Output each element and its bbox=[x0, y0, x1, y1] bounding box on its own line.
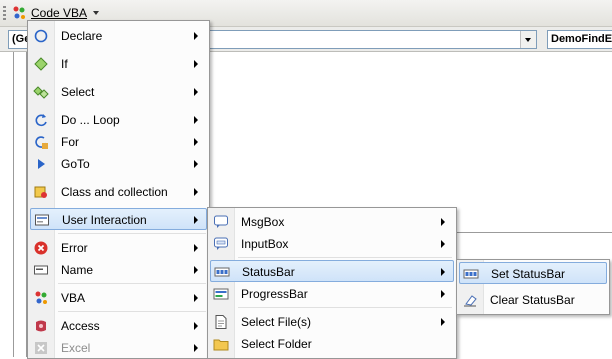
menu-item-label: GoTo bbox=[61, 157, 90, 171]
toolbar-grip[interactable] bbox=[3, 6, 6, 20]
menu-item-clear-statusbar[interactable]: Clear StatusBar bbox=[459, 289, 606, 311]
menu-item-set-statusbar[interactable]: Set StatusBar bbox=[459, 262, 607, 284]
submenu-arrow-icon bbox=[194, 344, 198, 352]
class-icon bbox=[34, 186, 47, 198]
menu-item-select[interactable]: Select bbox=[30, 81, 206, 103]
submenu-arrow-icon bbox=[194, 188, 198, 196]
menu-item-label: Class and collection bbox=[61, 185, 168, 199]
access-icon bbox=[36, 320, 46, 332]
menu-item-label: Set StatusBar bbox=[491, 267, 566, 281]
menu-item-label: If bbox=[61, 57, 68, 71]
menu-item-name[interactable]: Name bbox=[30, 259, 206, 281]
file-icon bbox=[215, 315, 227, 329]
menu-item-label: For bbox=[61, 135, 79, 149]
vba-icon bbox=[35, 291, 47, 304]
submenu-arrow-icon bbox=[194, 322, 198, 330]
menu-item-if[interactable]: If bbox=[30, 53, 206, 75]
submenu-arrow-icon bbox=[194, 216, 198, 224]
menu-item-label: Select bbox=[61, 85, 95, 99]
chevron-down-icon[interactable] bbox=[520, 31, 536, 48]
submenu-arrow-icon bbox=[194, 116, 198, 124]
menu-item-goto[interactable]: GoTo bbox=[30, 153, 206, 175]
statusbar-icon bbox=[463, 269, 479, 279]
statusbar-icon bbox=[214, 267, 230, 277]
vba-addin-icon bbox=[13, 6, 25, 19]
submenu-arrow-icon bbox=[441, 290, 445, 298]
menu-separator bbox=[238, 257, 452, 258]
menu-item-label: Access bbox=[61, 319, 100, 333]
menu-item-label: Select Folder bbox=[241, 337, 312, 351]
menu-item-select-folder[interactable]: Select Folder bbox=[210, 333, 453, 355]
form-icon bbox=[35, 214, 49, 226]
submenu-arrow-icon bbox=[441, 318, 445, 326]
user-interaction-submenu: MsgBox InputBox StatusBar ProgressBar Se… bbox=[207, 207, 457, 359]
editor-margin-line bbox=[13, 52, 14, 357]
menu-item-label: Error bbox=[61, 241, 88, 255]
submenu-arrow-icon bbox=[194, 138, 198, 146]
submenu-arrow-icon bbox=[194, 244, 198, 252]
menu-item-select-files[interactable]: Select File(s) bbox=[210, 311, 453, 333]
submenu-arrow-icon bbox=[194, 160, 198, 168]
goto-arrow-icon bbox=[38, 159, 45, 169]
menu-item-label: Declare bbox=[61, 29, 103, 43]
submenu-arrow-icon bbox=[194, 294, 198, 302]
eraser-icon bbox=[464, 295, 477, 307]
error-icon bbox=[34, 241, 48, 255]
menu-item-declare[interactable]: Declare bbox=[30, 25, 206, 47]
circle-icon bbox=[34, 29, 48, 43]
for-loop-icon bbox=[35, 136, 48, 149]
menu-separator bbox=[238, 307, 452, 308]
code-vba-menu: Declare If Select Do ... Loop For GoTo C… bbox=[27, 20, 210, 359]
menu-item-class-collection[interactable]: Class and collection bbox=[30, 181, 206, 203]
menu-item-msgbox[interactable]: MsgBox bbox=[210, 211, 453, 233]
menu-item-access[interactable]: Access bbox=[30, 315, 206, 337]
code-vba-label: Code VBA bbox=[31, 6, 88, 20]
submenu-arrow-icon bbox=[441, 218, 445, 226]
menu-item-label: User Interaction bbox=[62, 213, 147, 227]
procedure-separator bbox=[456, 232, 612, 233]
menu-item-label: Clear StatusBar bbox=[490, 293, 575, 307]
menu-item-label: Excel bbox=[61, 341, 91, 355]
menu-item-label: MsgBox bbox=[241, 215, 285, 229]
submenu-arrow-icon bbox=[194, 60, 198, 68]
menu-item-label: Select File(s) bbox=[241, 315, 312, 329]
procedure-combo-value: DemoFindE bbox=[551, 33, 612, 45]
menu-item-label: VBA bbox=[61, 291, 86, 305]
submenu-arrow-icon bbox=[194, 266, 198, 274]
progressbar-icon bbox=[213, 288, 229, 300]
menu-item-progressbar[interactable]: ProgressBar bbox=[210, 283, 453, 305]
menu-separator bbox=[58, 311, 206, 312]
menu-item-do-loop[interactable]: Do ... Loop bbox=[30, 109, 206, 131]
menu-item-excel[interactable]: Excel bbox=[30, 337, 206, 359]
menu-item-label: StatusBar bbox=[242, 265, 295, 279]
menu-item-label: Do ... Loop bbox=[61, 113, 120, 127]
select-diamonds-icon bbox=[33, 86, 49, 99]
menu-separator bbox=[58, 233, 206, 234]
menu-item-error[interactable]: Error bbox=[30, 237, 206, 259]
diamond-icon bbox=[34, 57, 48, 71]
menu-item-label: Name bbox=[61, 263, 94, 277]
chevron-down-icon bbox=[93, 11, 99, 15]
statusbar-submenu: Set StatusBar Clear StatusBar bbox=[456, 259, 610, 315]
menu-item-user-interaction[interactable]: User Interaction bbox=[30, 208, 207, 230]
name-tag-icon bbox=[34, 265, 48, 275]
submenu-arrow-icon bbox=[441, 268, 445, 276]
menu-item-vba[interactable]: VBA bbox=[30, 287, 206, 309]
folder-icon bbox=[213, 339, 229, 351]
input-bubble-icon bbox=[214, 237, 228, 250]
submenu-arrow-icon bbox=[194, 88, 198, 96]
menu-separator bbox=[58, 283, 206, 284]
menu-item-statusbar[interactable]: StatusBar bbox=[210, 260, 454, 282]
procedure-combo[interactable]: DemoFindE bbox=[547, 30, 612, 49]
submenu-arrow-icon bbox=[441, 240, 445, 248]
excel-icon bbox=[35, 342, 47, 354]
menu-item-inputbox[interactable]: InputBox bbox=[210, 233, 453, 255]
speech-bubble-icon bbox=[214, 215, 228, 228]
menu-item-label: ProgressBar bbox=[241, 287, 308, 301]
loop-icon bbox=[35, 114, 47, 127]
menu-item-label: InputBox bbox=[241, 237, 289, 251]
menu-item-for[interactable]: For bbox=[30, 131, 206, 153]
submenu-arrow-icon bbox=[194, 32, 198, 40]
